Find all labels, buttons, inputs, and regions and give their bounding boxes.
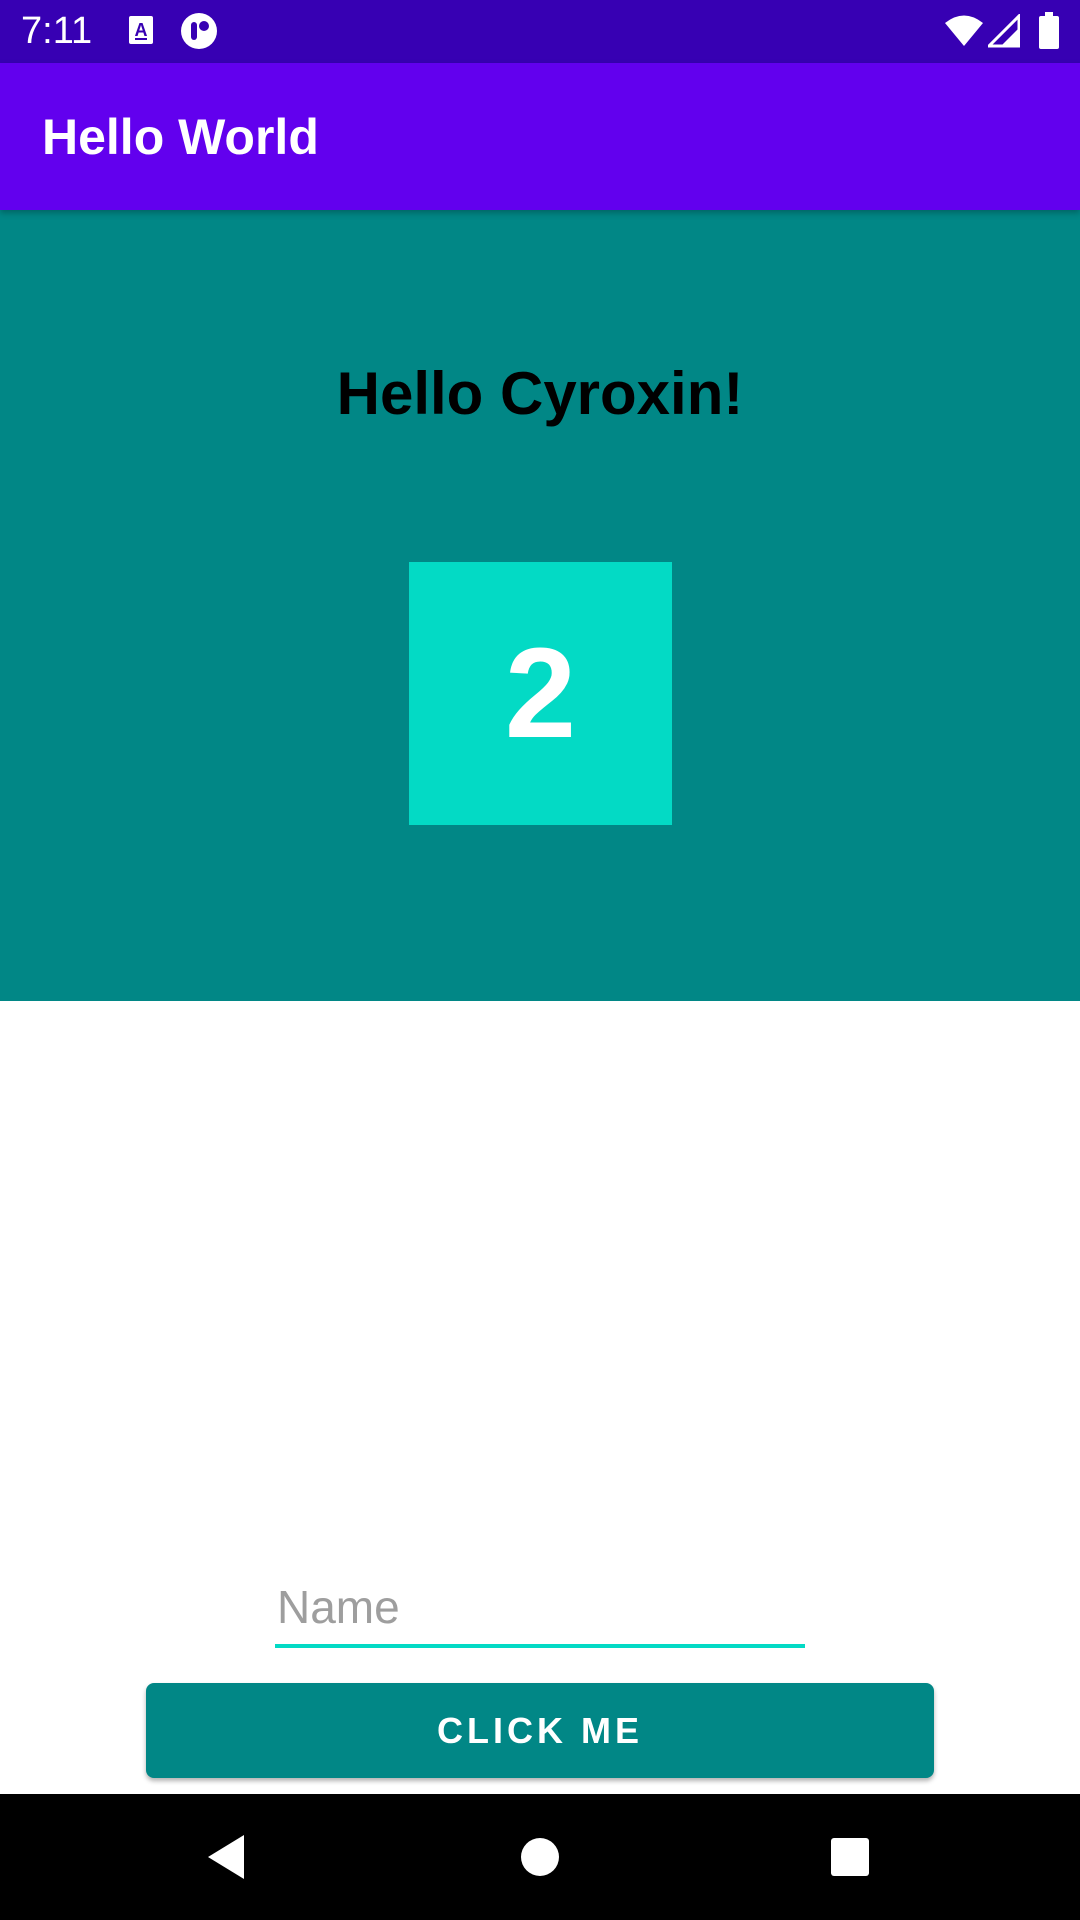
home-icon[interactable] [500, 1822, 580, 1892]
status-time: 7:11 [21, 10, 93, 52]
name-input[interactable] [275, 1570, 805, 1648]
cell-signal-icon [985, 12, 1021, 53]
app-title: Hello World [42, 109, 319, 165]
recents-icon[interactable] [810, 1822, 890, 1892]
counter-value: 2 [504, 622, 577, 765]
app-bar: Hello World [0, 63, 1080, 210]
status-bar: 7:11 A [0, 0, 1080, 63]
greeting-text: Hello Cyroxin! [336, 360, 744, 427]
app-screen: 7:11 A Hello World Hello Cyroxin! 2 Name… [0, 0, 1080, 1920]
counter-box[interactable]: 2 [409, 562, 672, 825]
click-me-button[interactable]: CLICK ME [146, 1683, 934, 1778]
battery-icon [1038, 12, 1060, 55]
svg-text:A: A [135, 20, 148, 40]
record-icon [180, 12, 218, 55]
navigation-bar [0, 1794, 1080, 1920]
text-a-icon: A [128, 14, 154, 51]
back-icon[interactable] [186, 1822, 266, 1892]
wifi-icon [944, 14, 984, 53]
hero-panel: Hello Cyroxin! 2 [0, 210, 1080, 1001]
